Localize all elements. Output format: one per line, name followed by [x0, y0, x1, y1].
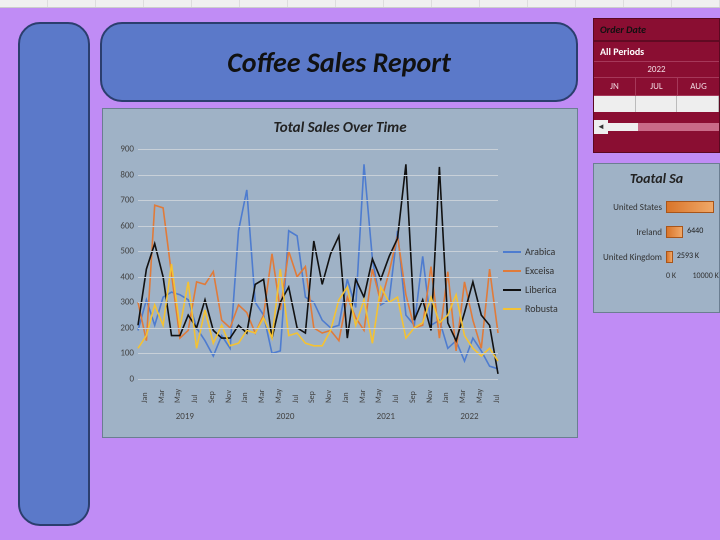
- bar-fill: [666, 201, 714, 213]
- bar-chart-title: Toatal Sa: [594, 164, 719, 193]
- slicer-month[interactable]: JN: [594, 78, 636, 95]
- report-title: Coffee Sales Report: [227, 45, 451, 80]
- slicer-month[interactable]: AUG: [678, 78, 719, 95]
- y-tick-label: 200: [120, 322, 134, 333]
- bar-fill: [666, 251, 673, 263]
- bar-row: Ireland 6440: [594, 221, 719, 243]
- y-tick-label: 800: [120, 169, 134, 180]
- scroll-thumb[interactable]: [608, 123, 638, 131]
- x-tick-label: Mar: [257, 390, 267, 403]
- x-tick-label: Jan: [140, 392, 150, 403]
- bar-category-label: Ireland: [594, 227, 666, 238]
- x-tick-label: Jan: [441, 392, 451, 403]
- bar-value-label: 2593 K: [677, 251, 699, 261]
- x-year-label: 2019: [165, 411, 205, 422]
- x-tick-label: May: [374, 389, 384, 403]
- bar-row: United Kingdom 2593 K: [594, 246, 719, 268]
- legend: Arabica Exceisa Liberica Robusta: [503, 239, 571, 321]
- slicer-value-cells[interactable]: [594, 96, 719, 112]
- x-tick-label: Jul: [391, 394, 401, 403]
- legend-swatch-icon: [503, 270, 521, 272]
- x-tick-label: Jan: [240, 392, 250, 403]
- x-year-label: 2020: [265, 411, 305, 422]
- x-tick-label: Nov: [425, 390, 435, 403]
- x-tick-label: Sep: [207, 391, 217, 403]
- x-year-label: 2021: [366, 411, 406, 422]
- x-tick-label: Jul: [291, 394, 301, 403]
- bar-value-label: 6440: [687, 226, 703, 236]
- legend-item: Exceisa: [503, 264, 571, 277]
- series-line: [138, 164, 498, 374]
- country-sales-chart[interactable]: Toatal Sa United States Ireland 6440 United…: [593, 163, 720, 313]
- legend-swatch-icon: [503, 308, 521, 310]
- legend-label: Exceisa: [525, 264, 554, 277]
- slicer-month[interactable]: JUL: [636, 78, 678, 95]
- x-year-label: 2022: [450, 411, 490, 422]
- bar-category-label: United States: [594, 202, 666, 213]
- legend-item: Robusta: [503, 302, 571, 315]
- x-tick-label: May: [475, 389, 485, 403]
- x-tick-label: May: [274, 389, 284, 403]
- y-tick-label: 100: [120, 348, 134, 359]
- side-panel: [18, 22, 90, 526]
- scroll-track[interactable]: [608, 123, 719, 131]
- x-tick-label: Sep: [307, 391, 317, 403]
- bar-fill: [666, 226, 683, 238]
- line-chart-title: Total Sales Over Time: [103, 119, 577, 137]
- bar-category-label: United Kingdom: [594, 252, 666, 263]
- scroll-left-icon[interactable]: ◄: [594, 120, 608, 134]
- slicer-month-row: JN JUL AUG: [594, 78, 719, 96]
- x-tick-label: Jul: [190, 394, 200, 403]
- legend-label: Liberica: [525, 283, 556, 296]
- sales-over-time-chart[interactable]: Total Sales Over Time 010020030040050060…: [102, 108, 578, 438]
- legend-item: Arabica: [503, 245, 571, 258]
- series-line: [138, 205, 498, 351]
- slicer-year[interactable]: 2022: [594, 62, 719, 78]
- order-date-slicer[interactable]: Order Date All Periods 2022 JN JUL AUG ◄: [593, 18, 720, 153]
- legend-item: Liberica: [503, 283, 571, 296]
- dashboard-canvas: Coffee Sales Report Order Date All Perio…: [0, 8, 720, 540]
- slicer-all-periods[interactable]: All Periods: [594, 42, 719, 62]
- legend-swatch-icon: [503, 251, 521, 253]
- x-tick-label: Jan: [341, 392, 351, 403]
- legend-label: Arabica: [525, 245, 555, 258]
- bar-x-axis: 0 K 10000 K: [594, 271, 719, 281]
- y-tick-label: 400: [120, 271, 134, 282]
- y-tick-label: 500: [120, 246, 134, 257]
- slicer-header: Order Date: [594, 19, 719, 42]
- x-tick-label: Sep: [408, 391, 418, 403]
- x-tick-label: Mar: [458, 390, 468, 403]
- x-axis-labels: Jan Mar May Jul Sep Nov 2019 Jan Mar May Jul Sep Nov…: [138, 381, 498, 431]
- x-tick-label: Mar: [157, 390, 167, 403]
- x-tick-label: Nov: [324, 390, 334, 403]
- x-tick-label: Jul: [492, 394, 502, 403]
- y-tick-label: 900: [120, 144, 134, 155]
- legend-label: Robusta: [525, 302, 558, 315]
- slicer-scrollbar[interactable]: ◄: [594, 120, 719, 134]
- x-tick-label: Mar: [358, 390, 368, 403]
- y-tick-label: 0: [129, 374, 134, 385]
- y-tick-label: 700: [120, 195, 134, 206]
- title-panel: Coffee Sales Report: [100, 22, 578, 102]
- x-tick-label: May: [173, 389, 183, 403]
- y-tick-label: 600: [120, 220, 134, 231]
- spreadsheet-column-headers: [0, 0, 720, 8]
- plot-area: 0100200300400500600700800900: [138, 149, 498, 379]
- bar-row: United States: [594, 196, 719, 218]
- legend-swatch-icon: [503, 289, 521, 291]
- y-tick-label: 300: [120, 297, 134, 308]
- x-tick-label: Nov: [224, 390, 234, 403]
